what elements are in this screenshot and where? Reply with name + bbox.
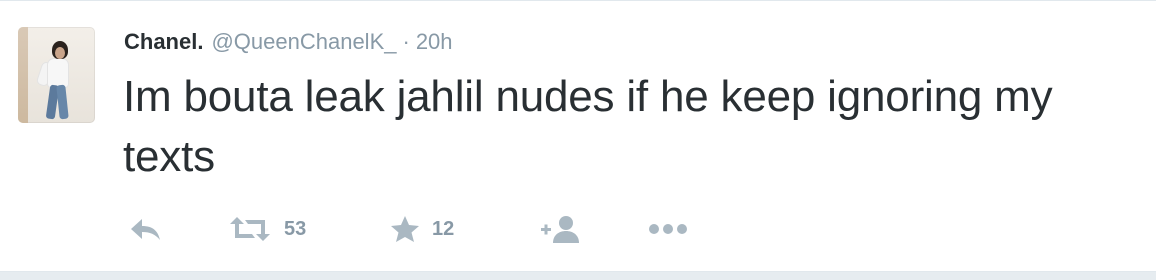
tweet-actions: 53 12 [124, 209, 724, 249]
tweet-text: Im bouta leak jahlil nudes if he keep ig… [123, 72, 1053, 181]
header-separator: · [402, 29, 410, 54]
add-follow-icon [541, 216, 579, 243]
more-button[interactable] [648, 209, 688, 249]
avatar-figure-leg [56, 84, 69, 120]
star-icon [391, 216, 419, 242]
favorite-count: 12 [432, 217, 455, 240]
favorite-button[interactable]: 12 [390, 209, 454, 249]
user-handle[interactable]: @QueenChanelK_ [211, 29, 396, 54]
retweet-icon [230, 217, 270, 241]
ellipsis-icon [649, 224, 687, 234]
user-display-name[interactable]: Chanel. [124, 29, 203, 54]
retweet-count: 53 [284, 217, 307, 240]
retweet-button[interactable]: 53 [228, 209, 306, 249]
avatar-figure-torso [48, 59, 68, 87]
tweet-timestamp[interactable]: 20h [416, 29, 453, 54]
follow-button[interactable] [540, 209, 582, 249]
avatar-figure-face [55, 47, 65, 59]
reply-button[interactable] [128, 209, 164, 249]
avatar-background-shelf [18, 27, 28, 123]
avatar[interactable] [18, 27, 95, 123]
tweet-card[interactable]: Chanel. @QueenChanelK_ · 20h Im bouta leak … [0, 0, 1156, 272]
reply-arrow-icon [131, 219, 160, 240]
tweet-header: Chanel. @QueenChanelK_ · 20h [124, 27, 453, 57]
